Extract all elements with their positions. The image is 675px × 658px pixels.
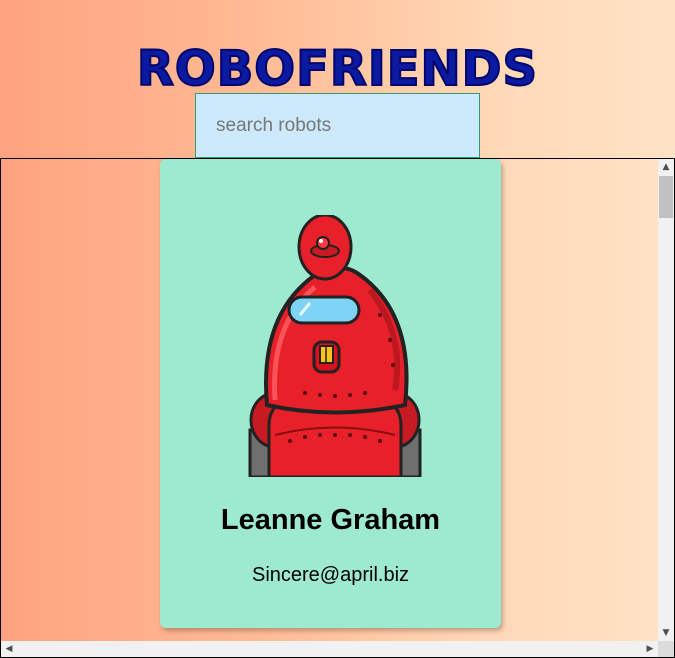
- robot-email: Sincere@april.biz: [251, 564, 410, 586]
- scroll-down-arrow-icon[interactable]: ▼: [658, 625, 674, 641]
- vertical-scrollbar[interactable]: ▲ ▼: [658, 159, 674, 641]
- scrollbar-corner: [658, 641, 674, 657]
- app-title: ROBOFRIENDS: [136, 40, 539, 98]
- robot-avatar-image: [248, 215, 422, 477]
- horizontal-scrollbar[interactable]: ◀ ▶: [1, 641, 658, 657]
- search-input[interactable]: [195, 93, 480, 158]
- scroll-up-arrow-icon[interactable]: ▲: [658, 159, 674, 175]
- robot-card[interactable]: Leanne Graham Sincere@april.biz: [160, 159, 501, 628]
- robot-name: Leanne Graham: [220, 504, 441, 536]
- scroll-left-arrow-icon[interactable]: ◀: [1, 641, 17, 657]
- card-list-scroll-area[interactable]: Leanne Graham Sincere@april.biz ▲ ▼ ◀ ▶: [0, 158, 675, 658]
- scroll-right-arrow-icon[interactable]: ▶: [642, 641, 658, 657]
- vertical-scrollbar-thumb[interactable]: [659, 176, 673, 218]
